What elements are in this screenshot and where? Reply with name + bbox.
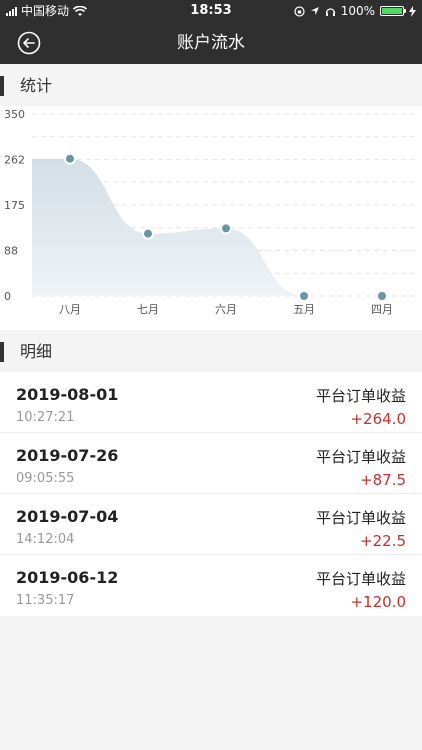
transaction-amount: +120.0 bbox=[350, 593, 406, 611]
chart-y-tick-label: 350 bbox=[4, 108, 25, 121]
chart-x-tick-label: 四月 bbox=[371, 303, 393, 316]
chart-y-tick-label: 175 bbox=[4, 199, 25, 212]
app-header: 中国移动 18:53 100% 账户流水 bbox=[0, 0, 422, 64]
stats-section-header: 统计 bbox=[0, 66, 422, 106]
rotation-lock-icon bbox=[294, 5, 305, 17]
chart-y-tick-label: 262 bbox=[4, 154, 25, 167]
chart-data-point[interactable] bbox=[298, 290, 310, 302]
transaction-time: 11:35:17 bbox=[16, 593, 75, 608]
transaction-date: 2019-06-12 bbox=[16, 568, 119, 587]
status-bar: 中国移动 18:53 100% bbox=[0, 0, 422, 22]
detail-section-header: 明细 bbox=[0, 332, 422, 372]
headphones-icon bbox=[325, 7, 335, 16]
transaction-amount: +22.5 bbox=[360, 532, 406, 550]
transaction-amount: +87.5 bbox=[360, 471, 406, 489]
transaction-time: 14:12:04 bbox=[16, 532, 75, 547]
stats-section-title: 统计 bbox=[20, 76, 53, 95]
charging-icon bbox=[409, 5, 416, 17]
chart-y-tick-label: 88 bbox=[4, 245, 18, 258]
section-accent-bar bbox=[0, 76, 4, 96]
chart-x-tick-label: 八月 bbox=[59, 303, 81, 316]
transaction-type: 平台订单收益 bbox=[315, 448, 406, 466]
chart-data-point[interactable] bbox=[220, 222, 232, 235]
location-icon bbox=[310, 7, 319, 15]
battery-percent: 100% bbox=[340, 4, 375, 18]
chart-data-point[interactable] bbox=[64, 152, 76, 165]
chart-data-point[interactable] bbox=[376, 290, 388, 302]
detail-section-title: 明细 bbox=[20, 342, 53, 361]
chart-x-tick-label: 七月 bbox=[137, 303, 159, 316]
battery-icon bbox=[380, 6, 406, 16]
transaction-type: 平台订单收益 bbox=[315, 509, 406, 527]
transaction-row[interactable]: 2019-08-01 10:27:21 平台订单收益 +264.0 bbox=[0, 372, 422, 433]
transaction-row[interactable]: 2019-07-26 09:05:55 平台订单收益 +87.5 bbox=[0, 433, 422, 494]
transaction-time: 09:05:55 bbox=[16, 471, 75, 486]
chart-x-tick-label: 五月 bbox=[293, 303, 315, 316]
section-accent-bar bbox=[0, 342, 4, 362]
stats-chart: 350 262 175 88 0 八月 七月 六月 五月 四月 bbox=[0, 106, 422, 330]
chart-svg: 350 262 175 88 0 八月 七月 六月 五月 四月 bbox=[4, 108, 418, 316]
transaction-row[interactable]: 2019-06-12 11:35:17 平台订单收益 +120.0 bbox=[0, 555, 422, 616]
chart-x-tick-label: 六月 bbox=[215, 303, 237, 316]
transaction-date: 2019-07-04 bbox=[16, 507, 119, 526]
transaction-row[interactable]: 2019-07-04 14:12:04 平台订单收益 +22.5 bbox=[0, 494, 422, 555]
status-right: 100% bbox=[294, 0, 416, 22]
page-title: 账户流水 bbox=[177, 33, 245, 53]
nav-bar: 账户流水 bbox=[0, 22, 422, 64]
transaction-amount: +264.0 bbox=[350, 410, 406, 428]
transaction-date: 2019-07-26 bbox=[16, 446, 119, 465]
chart-data-point[interactable] bbox=[142, 227, 154, 240]
transaction-date: 2019-08-01 bbox=[16, 385, 119, 404]
transaction-type: 平台订单收益 bbox=[315, 570, 406, 588]
chart-y-tick-label: 0 bbox=[4, 290, 11, 303]
transaction-type: 平台订单收益 bbox=[315, 387, 406, 405]
transaction-time: 10:27:21 bbox=[16, 410, 75, 425]
transaction-list: 2019-08-01 10:27:21 平台订单收益 +264.0 2019-0… bbox=[0, 372, 422, 616]
